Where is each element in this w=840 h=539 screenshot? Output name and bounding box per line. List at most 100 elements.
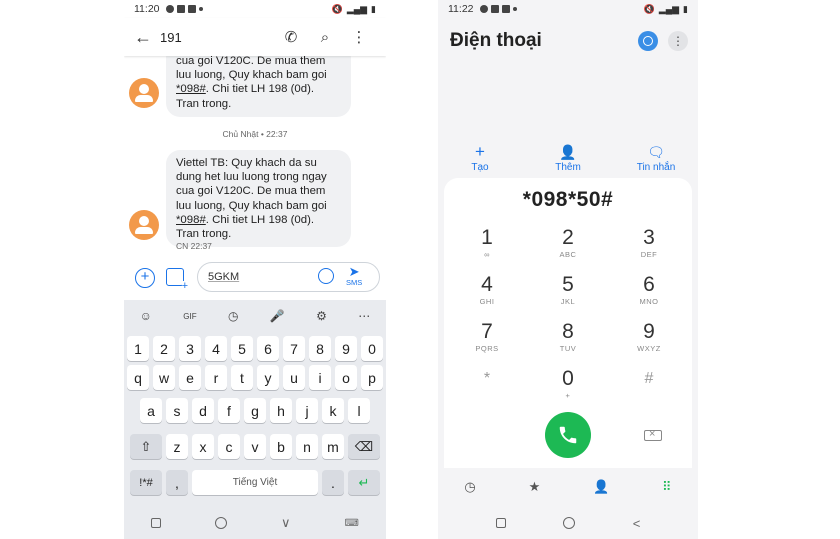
key-x[interactable]: x	[192, 434, 214, 459]
period-key[interactable]: .	[322, 470, 344, 495]
key-2[interactable]: 2	[153, 336, 175, 361]
backspace-key[interactable]: ⌫	[348, 434, 380, 459]
key-4[interactable]: 4	[205, 336, 227, 361]
dialpad-key-4[interactable]: 4 GHI	[452, 273, 522, 307]
message-bubble[interactable]: Viettel TB: Quy khach da su dung het luu…	[166, 150, 351, 248]
emoji-icon[interactable]	[318, 268, 334, 284]
gif-icon[interactable]: GIF	[183, 312, 196, 321]
search-icon[interactable]: ⌕	[308, 29, 342, 46]
more-icon[interactable]: ⋯	[358, 309, 370, 323]
home-icon[interactable]	[215, 517, 227, 529]
message-line: luu luong, Quy khach bam goi	[176, 199, 327, 212]
dialpad-key-1[interactable]: 1 ∞	[452, 226, 522, 260]
key-m[interactable]: m	[322, 434, 344, 459]
backspace-icon[interactable]	[644, 428, 662, 441]
symbols-key[interactable]: !*#	[130, 470, 162, 495]
enter-key[interactable]: ↵	[348, 470, 380, 495]
dialpad-letters	[452, 391, 522, 401]
create-contact-button[interactable]: + Tạo	[445, 142, 515, 173]
add-to-contact-label: Thêm	[555, 162, 581, 173]
back-icon[interactable]: <	[633, 516, 641, 531]
search-icon[interactable]	[638, 31, 658, 51]
dialpad-key-star[interactable]: *	[452, 367, 522, 401]
emoji-icon[interactable]: ☺	[140, 309, 152, 323]
key-p[interactable]: p	[361, 365, 383, 390]
dialpad-key-hash[interactable]: #	[614, 367, 684, 401]
shift-key[interactable]: ⇧	[130, 434, 162, 459]
comma-key[interactable]: ,	[166, 470, 188, 495]
key-3[interactable]: 3	[179, 336, 201, 361]
key-j[interactable]: j	[296, 398, 318, 423]
key-1[interactable]: 1	[127, 336, 149, 361]
dialpad-key-2[interactable]: 2 ABC	[533, 226, 603, 260]
key-u[interactable]: u	[283, 365, 305, 390]
key-8[interactable]: 8	[309, 336, 331, 361]
recents-icon[interactable]	[151, 518, 161, 528]
key-c[interactable]: c	[218, 434, 240, 459]
key-y[interactable]: y	[257, 365, 279, 390]
key-o[interactable]: o	[335, 365, 357, 390]
key-l[interactable]: l	[348, 398, 370, 423]
key-9[interactable]: 9	[335, 336, 357, 361]
battery-icon: ▮	[371, 3, 376, 14]
key-r[interactable]: r	[205, 365, 227, 390]
dialpad-digit: 6	[643, 273, 655, 296]
key-h[interactable]: h	[270, 398, 292, 423]
key-5[interactable]: 5	[231, 336, 253, 361]
dialpad-digit: 0	[562, 367, 574, 390]
key-7[interactable]: 7	[283, 336, 305, 361]
space-key[interactable]: Tiếng Việt	[192, 470, 318, 495]
ussd-code-link[interactable]: *098#	[176, 83, 206, 95]
dialpad-key-0[interactable]: 0 +	[533, 367, 603, 401]
key-d[interactable]: d	[192, 398, 214, 423]
microphone-icon[interactable]: 🎤	[270, 309, 285, 323]
call-icon[interactable]: ✆	[274, 28, 308, 46]
dialpad-key-3[interactable]: 3 DEF	[614, 226, 684, 260]
dialpad-key-7[interactable]: 7 PQRS	[452, 320, 522, 354]
dialpad-key-8[interactable]: 8 TUV	[533, 320, 603, 354]
send-sms-button[interactable]: ➤ SMS	[346, 265, 362, 288]
key-a[interactable]: a	[140, 398, 162, 423]
dialer-tab-bar: ◷ ★ 👤 ⠿	[438, 472, 698, 502]
dialpad-key-6[interactable]: 6 MNO	[614, 273, 684, 307]
add-to-contact-button[interactable]: 👤 Thêm	[533, 142, 603, 173]
message-input[interactable]: 5GKM ➤ SMS	[197, 262, 380, 292]
ussd-code-link[interactable]: *098#	[176, 214, 206, 226]
keypad-tab-icon[interactable]: ⠿	[662, 479, 672, 495]
back-arrow-icon[interactable]: ←	[134, 27, 160, 48]
key-6[interactable]: 6	[257, 336, 279, 361]
key-z[interactable]: z	[166, 434, 188, 459]
key-t[interactable]: t	[231, 365, 253, 390]
recents-icon[interactable]	[495, 518, 506, 528]
call-button[interactable]	[545, 412, 591, 458]
gallery-icon[interactable]	[166, 268, 188, 291]
dialpad-digit: 4	[481, 273, 493, 296]
key-q[interactable]: q	[127, 365, 149, 390]
key-f[interactable]: f	[218, 398, 240, 423]
sticker-icon[interactable]: ◷	[228, 309, 238, 323]
settings-icon[interactable]: ⚙	[316, 309, 327, 323]
key-n[interactable]: n	[296, 434, 318, 459]
more-options-icon[interactable]: ⋮	[342, 28, 376, 46]
contacts-tab-icon[interactable]: 👤	[593, 479, 609, 495]
more-options-icon[interactable]: ⋮	[668, 31, 688, 51]
key-e[interactable]: e	[179, 365, 201, 390]
favorites-tab-icon[interactable]: ★	[529, 479, 541, 495]
key-i[interactable]: i	[309, 365, 331, 390]
keyboard-switch-icon[interactable]: ⌨	[345, 518, 359, 529]
recents-tab-icon[interactable]: ◷	[464, 479, 475, 495]
home-icon[interactable]	[563, 517, 576, 529]
dialed-number[interactable]: *098*50#	[444, 188, 692, 212]
dialpad-key-9[interactable]: 9 WXYZ	[614, 320, 684, 354]
send-message-button[interactable]: 🗨 Tin nhắn	[621, 142, 691, 173]
add-attachment-icon[interactable]: +	[135, 268, 155, 288]
back-icon[interactable]: ∨	[281, 515, 291, 531]
dialpad-key-5[interactable]: 5 JKL	[533, 273, 603, 307]
key-0[interactable]: 0	[361, 336, 383, 361]
key-w[interactable]: w	[153, 365, 175, 390]
key-v[interactable]: v	[244, 434, 266, 459]
key-s[interactable]: s	[166, 398, 188, 423]
key-b[interactable]: b	[270, 434, 292, 459]
key-k[interactable]: k	[322, 398, 344, 423]
key-g[interactable]: g	[244, 398, 266, 423]
